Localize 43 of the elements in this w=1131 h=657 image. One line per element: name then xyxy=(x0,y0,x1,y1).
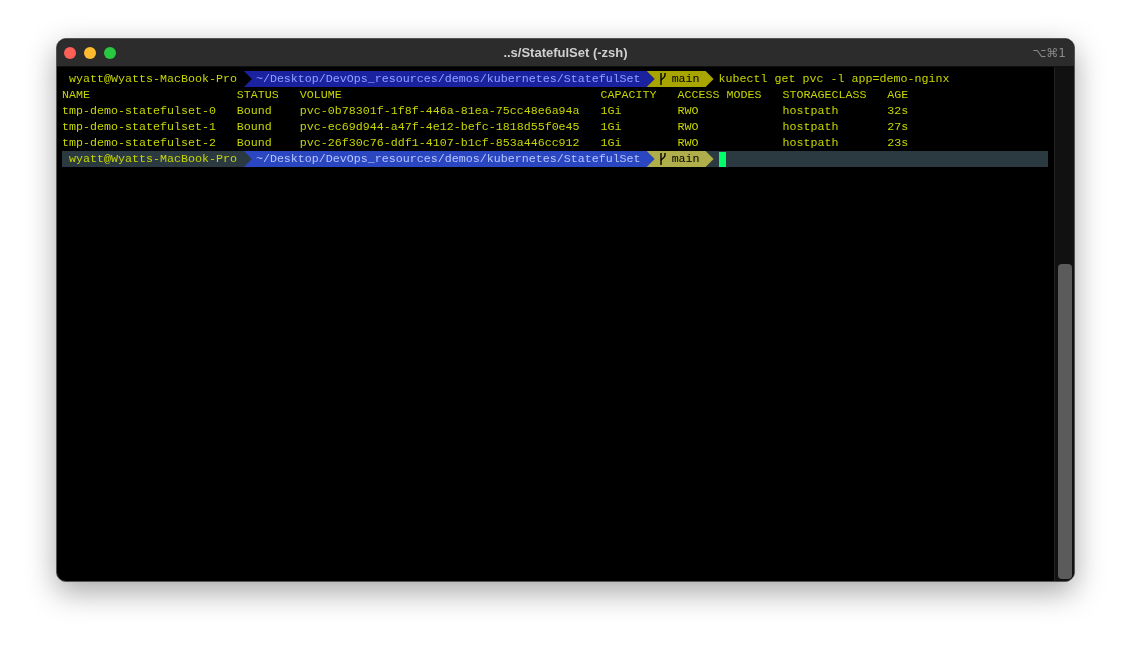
table-cell-text: RWO xyxy=(677,103,700,119)
table-cell-text: pvc-0b78301f-1f8f-446a-81ea-75cc48e6a94a xyxy=(299,103,581,119)
prompt-branch: main xyxy=(646,151,714,167)
table-cell-text: tmp-demo-statefulset-0 xyxy=(62,103,217,119)
table-cell-text: pvc-ec69d944-a47f-4e12-befc-1818d55f0e45 xyxy=(299,119,581,135)
table-cell-text: tmp-demo-statefulset-1 xyxy=(62,119,217,135)
prompt-branch: main xyxy=(646,71,714,87)
column-header: STORAGECLASS xyxy=(782,87,868,103)
table-cell-text: pvc-26f30c76-ddf1-4107-b1cf-853a446cc912 xyxy=(299,135,581,151)
command-text: kubectl get pvc -l app=demo-nginx xyxy=(718,71,950,87)
table-cell-text: Bound xyxy=(236,103,273,119)
table-cell-text: RWO xyxy=(677,135,700,151)
shortcut-label: ⌥⌘1 xyxy=(1032,45,1067,60)
minimize-button[interactable] xyxy=(84,46,96,59)
column-header: CAPACITY xyxy=(600,87,658,103)
prompt-path: ~/Desktop/DevOps_resources/demos/kubernetes/StatefulSet xyxy=(243,71,655,87)
prompt-user: wyatt@Wyatts-MacBook-Pro xyxy=(68,71,238,87)
table-cell-text: Bound xyxy=(236,119,273,135)
window-title: ..s/StatefulSet (-zsh) xyxy=(503,45,628,60)
table-cell-text: 1Gi xyxy=(600,103,623,119)
column-header: STATUS xyxy=(236,87,280,103)
git-branch-icon xyxy=(658,73,667,85)
table-cell-text: 32s xyxy=(887,103,910,119)
table-cell-text: 23s xyxy=(887,135,910,151)
table-cell-text: Bound xyxy=(236,135,273,151)
zoom-button[interactable] xyxy=(104,46,116,59)
table-cell-text: 1Gi xyxy=(600,135,623,151)
table-cell-text: 27s xyxy=(887,119,910,135)
table-cell-text: hostpath xyxy=(782,135,840,151)
text-cursor xyxy=(718,151,726,167)
git-branch-icon xyxy=(658,153,667,165)
prompt-path: ~/Desktop/DevOps_resources/demos/kubernetes/StatefulSet xyxy=(243,151,655,167)
table-cell-text: RWO xyxy=(677,119,700,135)
table-cell-text: hostpath xyxy=(782,119,840,135)
table-cell-text: 1Gi xyxy=(600,119,623,135)
scrollbar-thumb[interactable] xyxy=(1058,264,1072,579)
table-cell-text: hostpath xyxy=(782,103,840,119)
column-header: AGE xyxy=(887,87,910,103)
column-header: NAME xyxy=(62,87,91,103)
close-button[interactable] xyxy=(64,46,76,59)
column-header: ACCESS MODES xyxy=(677,87,763,103)
table-cell-text: tmp-demo-statefulset-2 xyxy=(62,135,217,151)
column-header: VOLUME xyxy=(299,87,343,103)
